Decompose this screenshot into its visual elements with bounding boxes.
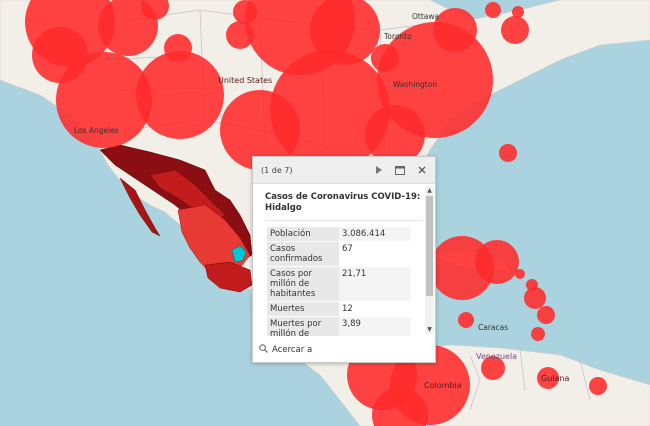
dock-icon[interactable] <box>393 163 407 177</box>
attr-value: 3.086.414 <box>339 227 411 242</box>
label-toronto: Toronto <box>384 32 412 41</box>
popup-pager: (1 de 7) <box>261 165 293 175</box>
attr-value: 21,71 <box>339 266 411 302</box>
popup-body: Casos de Coronavirus COVID-19: Hidalgo P… <box>253 184 435 336</box>
label-washington: Washington <box>393 80 438 89</box>
magnifier-icon <box>259 344 268 356</box>
attributes-table: Población 3.086.414 Casos confirmados 67… <box>267 227 411 336</box>
table-row: Muertes por millón de 3,89 <box>267 316 411 336</box>
scroll-thumb[interactable] <box>426 196 433 296</box>
attr-key: Muertes por millón de <box>267 316 339 336</box>
label-venezuela: Venezuela <box>476 352 518 361</box>
table-row: Muertes 12 <box>267 301 411 317</box>
label-caracas: Caracas <box>478 323 509 332</box>
table-row: Casos confirmados 67 <box>267 241 411 267</box>
feature-popup: (1 de 7) Casos de Coronavirus COVID-19: … <box>252 156 436 363</box>
label-ottawa: Ottawa <box>412 12 440 21</box>
scroll-up-icon[interactable]: ▲ <box>425 186 434 195</box>
attr-value: 3,89 <box>339 316 411 336</box>
attr-key: Casos confirmados <box>267 241 339 267</box>
attr-value: 67 <box>339 241 411 267</box>
popup-scrollbar[interactable]: ▲ ▼ <box>425 186 434 334</box>
label-united-states: United States <box>218 76 273 85</box>
attr-key: Población <box>267 227 339 242</box>
attr-key: Muertes <box>267 301 339 317</box>
label-los-angeles: Los Angeles <box>74 126 119 135</box>
label-colombia: Colombia <box>424 381 462 390</box>
table-row: Población 3.086.414 <box>267 227 411 242</box>
popup-title: Casos de Coronavirus COVID-19: Hidalgo <box>265 192 421 213</box>
scroll-down-icon[interactable]: ▼ <box>425 325 434 334</box>
attr-value: 12 <box>339 301 411 317</box>
table-row: Casos por millón de habitantes 21,71 <box>267 266 411 302</box>
popup-header: (1 de 7) <box>253 157 435 184</box>
zoom-label: Acercar a <box>272 345 313 355</box>
label-guiana: Guiana <box>541 374 570 383</box>
attr-key: Casos por millón de habitantes <box>267 266 339 302</box>
popup-footer: Acercar a <box>253 338 435 362</box>
play-icon[interactable] <box>371 163 385 177</box>
close-icon[interactable] <box>415 163 429 177</box>
divider <box>265 220 423 221</box>
zoom-to-button[interactable]: Acercar a <box>259 344 312 356</box>
